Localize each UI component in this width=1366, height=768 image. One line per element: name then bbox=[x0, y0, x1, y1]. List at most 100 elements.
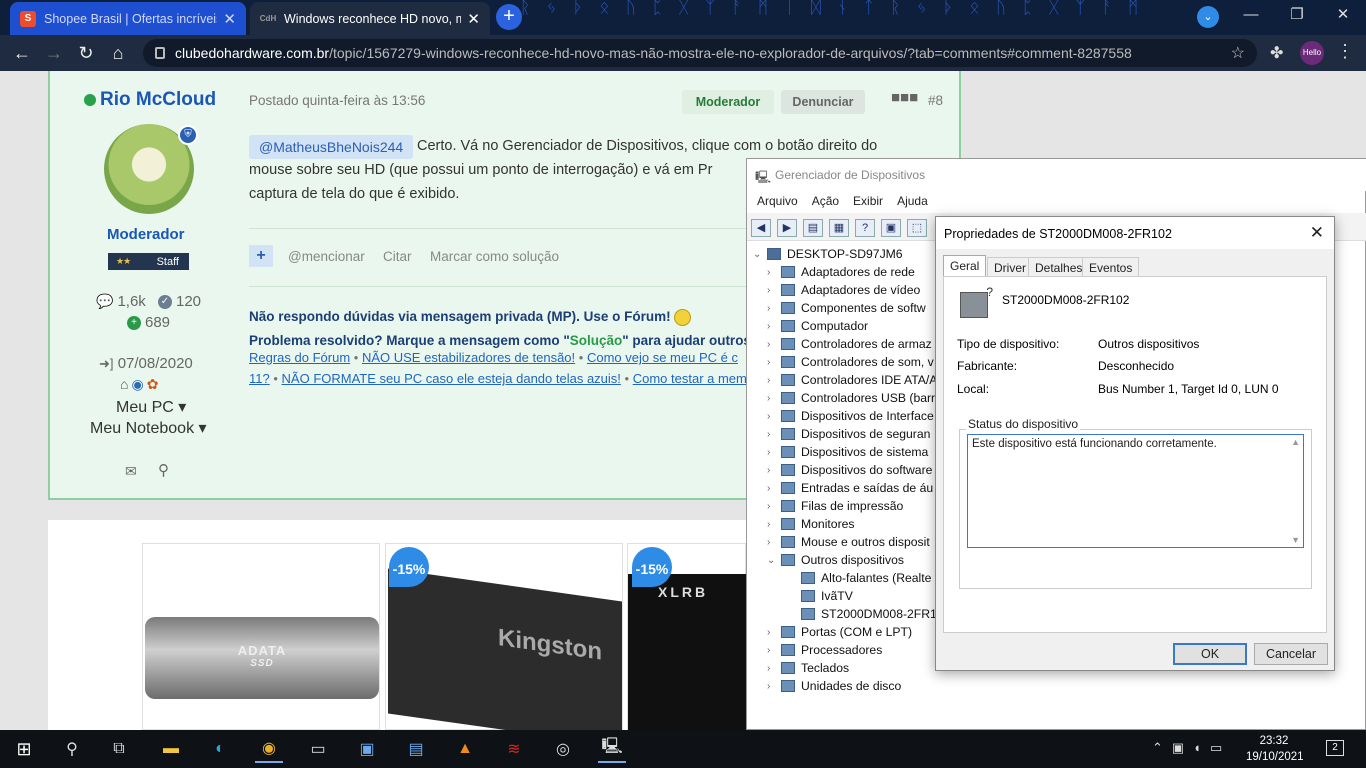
tree-node[interactable]: › Componentes de softw bbox=[767, 299, 926, 317]
collapse-icon[interactable]: ⌄ bbox=[753, 249, 767, 260]
tab-search-icon[interactable]: ⌄ bbox=[1197, 6, 1219, 28]
no-format-link[interactable]: NÃO FORMATE seu PC caso ele esteja dando… bbox=[282, 371, 621, 386]
memory-test-link[interactable]: Como testar a mem bbox=[633, 371, 747, 386]
forward-icon[interactable]: → bbox=[38, 43, 70, 64]
tree-node[interactable]: › Filas de impressão bbox=[767, 497, 903, 515]
mention-button[interactable]: @mencionar bbox=[288, 249, 365, 264]
xlrb-ssd-image[interactable]: XLRB bbox=[628, 574, 746, 730]
expand-icon[interactable]: › bbox=[767, 663, 781, 674]
back-icon[interactable]: ← bbox=[6, 43, 38, 64]
expand-icon[interactable]: › bbox=[767, 267, 781, 278]
tab-clube-hardware[interactable]: CdH Windows reconhece HD novo, ma ✕ bbox=[250, 2, 490, 35]
clock[interactable]: 23:32 19/10/2021 bbox=[1246, 733, 1304, 765]
expand-icon[interactable]: › bbox=[767, 339, 781, 350]
close-tab-icon[interactable]: ✕ bbox=[467, 10, 480, 28]
tree-node[interactable]: › Adaptadores de vídeo bbox=[767, 281, 920, 299]
tree-node[interactable]: › Adaptadores de rede bbox=[767, 263, 915, 281]
expand-icon[interactable]: › bbox=[767, 519, 781, 530]
update-driver-icon[interactable]: ▦ bbox=[829, 218, 849, 237]
expand-icon[interactable]: › bbox=[767, 627, 781, 638]
menu-acao[interactable]: Ação bbox=[812, 194, 839, 208]
expand-icon[interactable]: › bbox=[767, 393, 781, 404]
tree-node[interactable]: › Unidades de disco bbox=[767, 677, 901, 695]
tree-node[interactable]: › Teclados bbox=[767, 659, 849, 677]
tree-node[interactable]: › Monitores bbox=[767, 515, 855, 533]
forum-rules-link[interactable]: Regras do Fórum bbox=[249, 350, 350, 365]
tree-node[interactable]: › Controladores USB (barr bbox=[767, 389, 935, 407]
adata-ssd-image[interactable]: ADATA SSD bbox=[145, 617, 379, 699]
expand-icon[interactable]: › bbox=[767, 681, 781, 692]
expand-icon[interactable]: › bbox=[767, 465, 781, 476]
expand-icon[interactable]: › bbox=[767, 285, 781, 296]
help-icon[interactable]: ? bbox=[855, 218, 875, 237]
expand-icon[interactable]: › bbox=[767, 411, 781, 422]
menu-exibir[interactable]: Exibir bbox=[853, 194, 883, 208]
minimize-icon[interactable]: — bbox=[1228, 0, 1274, 30]
tree-node[interactable]: ⌄ Outros dispositivos bbox=[767, 551, 904, 569]
tree-node[interactable]: › Controladores de armaz bbox=[767, 335, 932, 353]
new-tab-button[interactable]: + bbox=[496, 4, 522, 30]
edge-icon[interactable]: ◐ bbox=[206, 735, 234, 763]
expand-icon[interactable]: › bbox=[767, 537, 781, 548]
media-icon[interactable]: ◎ bbox=[549, 735, 577, 763]
scroll-up-icon[interactable]: ▲ bbox=[1291, 437, 1300, 447]
system-tray-icons[interactable]: ⌃▣◖▭ bbox=[1152, 740, 1231, 756]
menu-ajuda[interactable]: Ajuda bbox=[897, 194, 928, 208]
stabilizer-link[interactable]: NÃO USE estabilizadores de tensão! bbox=[362, 350, 575, 365]
hardware-app-icon[interactable]: ▭ bbox=[304, 735, 332, 763]
more-options-icon[interactable]: ■■■ bbox=[891, 89, 918, 106]
windows-start-icon[interactable]: ⊞ bbox=[10, 735, 38, 763]
close-window-icon[interactable]: ✕ bbox=[1320, 0, 1366, 30]
expand-icon[interactable]: › bbox=[767, 645, 781, 656]
search-icon[interactable]: ⚲ bbox=[58, 735, 86, 763]
status-textarea[interactable]: Este dispositivo está funcionando corret… bbox=[967, 434, 1304, 548]
win11-link[interactable]: 11? bbox=[249, 371, 270, 386]
expand-icon[interactable]: › bbox=[767, 303, 781, 314]
tree-node[interactable]: › Computador bbox=[767, 317, 868, 335]
tree-node[interactable]: › Mouse e outros disposit bbox=[767, 533, 930, 551]
app-window-icon[interactable]: ▣ bbox=[353, 735, 381, 763]
close-tab-icon[interactable]: ✕ bbox=[223, 10, 236, 28]
tree-node[interactable]: › Dispositivos de Interface bbox=[767, 407, 934, 425]
multiquote-button[interactable]: + bbox=[249, 245, 273, 267]
browser-menu-icon[interactable]: ⋮ bbox=[1336, 41, 1354, 62]
home-icon[interactable]: ⌂ bbox=[102, 43, 134, 64]
app-a-icon[interactable]: ▲ bbox=[451, 735, 479, 763]
notifications-icon[interactable]: 2 bbox=[1326, 740, 1344, 756]
profile-avatar[interactable]: Hello bbox=[1300, 41, 1324, 65]
quote-button[interactable]: Citar bbox=[383, 249, 412, 264]
mark-solution-button[interactable]: Marcar como solução bbox=[430, 249, 559, 264]
back-icon[interactable]: ◀ bbox=[751, 218, 771, 237]
view-icon[interactable]: ▣ bbox=[881, 218, 901, 237]
device-manager-taskbar-icon[interactable]: 🖳 bbox=[598, 735, 626, 763]
meu-notebook-dropdown[interactable]: Meu Notebook ▾ bbox=[90, 418, 207, 438]
meu-pc-dropdown[interactable]: Meu PC ▾ bbox=[116, 397, 186, 417]
bookmark-star-icon[interactable]: ☆ bbox=[1231, 43, 1245, 63]
app-window2-icon[interactable]: ▤ bbox=[402, 735, 430, 763]
post-number-link[interactable]: #8 bbox=[928, 93, 943, 108]
tree-node[interactable]: › Processadores bbox=[767, 641, 882, 659]
expand-icon[interactable]: › bbox=[767, 429, 781, 440]
expand-icon[interactable]: › bbox=[767, 321, 781, 332]
tree-node[interactable]: › Dispositivos do software bbox=[767, 461, 932, 479]
restore-icon[interactable]: ❐ bbox=[1274, 0, 1320, 30]
task-view-icon[interactable]: ⧉ bbox=[105, 735, 133, 763]
expand-icon[interactable]: › bbox=[767, 375, 781, 386]
file-explorer-icon[interactable]: ▬ bbox=[157, 735, 185, 763]
message-icon[interactable]: ✉ bbox=[125, 463, 137, 480]
tree-root[interactable]: ⌄ DESKTOP-SD97JM6 bbox=[753, 245, 903, 263]
close-icon[interactable]: ✕ bbox=[1310, 223, 1324, 243]
tab-geral[interactable]: Geral bbox=[943, 255, 987, 277]
tree-node[interactable]: IvãTV bbox=[787, 587, 853, 605]
expand-icon[interactable]: › bbox=[767, 447, 781, 458]
tree-node[interactable]: › Controladores IDE ATA/A bbox=[767, 371, 937, 389]
tab-eventos[interactable]: Eventos bbox=[1082, 257, 1140, 277]
scan-hardware-icon[interactable]: ⬚ bbox=[907, 218, 927, 237]
expand-icon[interactable]: › bbox=[767, 483, 781, 494]
menu-arquivo[interactable]: Arquivo bbox=[757, 194, 798, 208]
search-icon[interactable]: ⚲ bbox=[158, 461, 169, 479]
ok-button[interactable]: OK bbox=[1173, 643, 1247, 665]
tab-detalhes[interactable]: Detalhes bbox=[1028, 257, 1090, 277]
reload-icon[interactable]: ↻ bbox=[70, 43, 102, 64]
user-mention-link[interactable]: @MatheusBheNois244 bbox=[249, 135, 414, 159]
